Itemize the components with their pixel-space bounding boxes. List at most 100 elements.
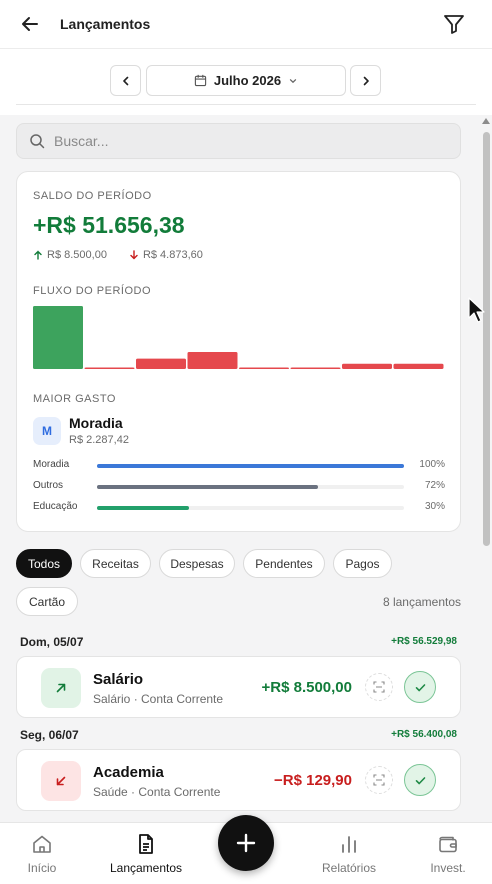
nav-item-inicio[interactable]: Início [18,833,66,883]
divider [16,104,476,105]
back-arrow-icon[interactable] [18,12,42,36]
expense-bar [342,363,392,369]
day-date: Seg, 06/07 [20,728,79,742]
maior-gasto-name: Moradia [69,415,123,431]
category-progress-row: Outros 72% [33,480,445,494]
period-summary-card: SALDO DO PERÍODO +R$ 51.656,38 R$ 8.500,… [16,171,461,532]
document-icon [139,834,153,854]
month-label: Julho 2026 [213,73,282,88]
category-percent: 72% [424,480,445,491]
next-month-button[interactable] [350,65,381,96]
transaction-row[interactable]: Academia Saúde · Conta Corrente −R$ 129,… [16,749,461,811]
plus-icon [236,833,256,853]
category-name: Moradia [33,459,70,470]
month-selector-bar: Julho 2026 [0,49,492,115]
category-name: Outros [33,480,64,491]
day-header: Seg, 06/07 +R$ 56.400,08 [20,728,457,742]
filter-chip-todos[interactable]: Todos [16,549,72,578]
nav-item-relatorios[interactable]: Relatórios [314,833,384,883]
scrollbar-thumb[interactable] [483,132,490,546]
expense-bar [290,367,341,369]
income-bar [33,306,83,369]
transaction-amount: −R$ 129,90 [274,772,352,789]
progress-fill [97,485,319,489]
nav-item-invest[interactable]: Invest. [424,833,472,883]
maior-gasto: M Moradia R$ 2.287,42 [33,415,129,446]
transaction-name: Salário [93,671,144,688]
day-header: Dom, 05/07 +R$ 56.529,98 [20,635,457,649]
income-arrow-icon [41,668,81,708]
check-icon [415,776,425,784]
maior-gasto-label: MAIOR GASTO [33,393,116,405]
wallet-icon [439,836,457,853]
scan-icon [373,681,385,693]
day-total: +R$ 56.529,98 [391,636,457,647]
search-icon [30,134,45,149]
arrow-up-icon [34,250,42,260]
scan-icon [373,774,385,786]
mark-paid-button[interactable] [404,671,436,703]
day-total: +R$ 56.400,08 [391,729,457,740]
home-icon [33,835,51,853]
bar-chart-icon [342,836,356,853]
transaction-row[interactable]: Salário Salário · Conta Corrente +R$ 8.5… [16,656,461,718]
chevron-down-icon [289,78,297,83]
filter-chip-pendentes[interactable]: Pendentes [243,549,325,578]
progress-track [97,506,404,510]
page-title: Lançamentos [60,16,151,32]
expense-bar [136,358,186,369]
expense-bar [239,367,289,369]
fluxo-label: FLUXO DO PERÍODO [33,285,152,297]
category-avatar: M [33,417,61,445]
filter-chip-receitas[interactable]: Receitas [80,549,151,578]
chevron-left-icon [122,76,128,85]
category-percent: 30% [424,501,445,512]
nav-label: Início [27,861,57,875]
attach-receipt-button[interactable] [365,673,393,701]
nav-label: Relatórios [321,861,377,875]
progress-fill [97,464,404,468]
transaction-subtitle: Salário · Conta Corrente [93,692,224,706]
search-input[interactable] [54,133,414,149]
filter-chip-despesas[interactable]: Despesas [159,549,235,578]
transaction-name: Academia [93,764,164,781]
progress-track [97,464,404,468]
add-transaction-button[interactable] [218,815,274,871]
search-box[interactable] [16,123,461,159]
check-icon [415,683,425,691]
income-expense-row: R$ 8.500,00 R$ 4.873,60 [33,249,203,261]
expense-value: R$ 4.873,60 [142,249,203,261]
transaction-amount: +R$ 8.500,00 [261,679,353,696]
nav-item-lancamentos[interactable]: Lançamentos [106,833,186,883]
category-percent: 100% [419,459,445,470]
maior-gasto-value: R$ 2.287,42 [69,434,129,446]
transaction-subtitle: Saúde · Conta Corrente [93,785,221,799]
filter-chip-pagos[interactable]: Pagos [333,549,392,578]
previous-month-button[interactable] [110,65,141,96]
filter-icon[interactable] [442,12,466,36]
expense-bar [84,367,135,369]
transaction-count: 8 lançamentos [382,595,461,609]
progress-track [97,485,404,489]
scrollbar[interactable] [482,118,490,822]
chevron-right-icon [363,76,369,85]
top-app-bar: Lançamentos [0,0,492,49]
saldo-label: SALDO DO PERÍODO [33,190,152,202]
day-date: Dom, 05/07 [20,635,84,649]
category-progress-row: Moradia 100% [33,459,445,473]
filter-chip-cartao[interactable]: Cartão [16,587,78,616]
flow-bar-chart [33,306,444,369]
mark-paid-button[interactable] [404,764,436,796]
arrow-down-icon [130,250,138,260]
progress-fill [97,506,190,510]
scroll-up-arrow-icon[interactable] [482,118,490,124]
mouse-cursor-icon [468,297,485,323]
attach-receipt-button[interactable] [365,766,393,794]
category-progress-row: Educação 30% [33,501,445,515]
calendar-icon [194,74,207,87]
nav-label: Lançamentos [109,861,183,875]
saldo-value: +R$ 51.656,38 [33,212,185,238]
nav-label: Invest. [430,861,466,875]
month-dropdown[interactable]: Julho 2026 [146,65,346,96]
income-value: R$ 8.500,00 [47,249,107,261]
